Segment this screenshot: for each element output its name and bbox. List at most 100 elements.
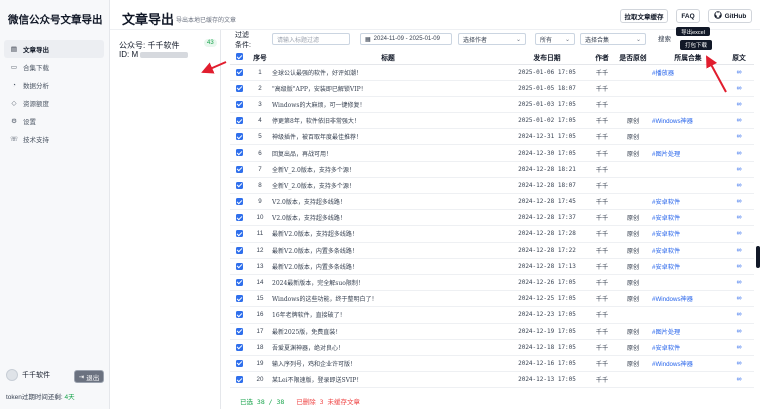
link-icon[interactable]: ∞ <box>737 182 742 189</box>
row-link[interactable]: ∞ <box>724 339 754 356</box>
table-row[interactable]: 12 最新V2.0版本，内置多条线路！ 2024-12-28 17:22 千千 原创 #安… <box>230 242 754 259</box>
table-row[interactable]: 7 全新V_2.0版本，支持多个源！ 2024-12-28 18:21 千千 ∞ <box>230 161 754 178</box>
table-row[interactable]: 1 全球公认最强的软件，好评如潮！ 2025-01-06 17:05 千千 #播放器 ∞ <box>230 64 754 81</box>
row-collection[interactable] <box>652 128 724 146</box>
col-header-date[interactable]: 发布日期 <box>504 50 590 65</box>
link-icon[interactable]: ∞ <box>737 133 742 140</box>
table-row[interactable]: 13 最新V2.0版本，内置多条线路！ 2024-12-28 17:13 千千 原创 #安… <box>230 258 754 275</box>
link-icon[interactable]: ∞ <box>737 376 742 383</box>
row-checkbox[interactable] <box>230 387 248 390</box>
row-link[interactable]: ∞ <box>724 112 754 130</box>
logout-button[interactable]: ⇥ 退出 <box>74 370 104 383</box>
table-row[interactable]: 15 Windows的这些功能，终于整明白了！ 2024-12-25 17:05 千千… <box>230 290 754 308</box>
collection-select[interactable]: 选择合集 ⌄ <box>580 33 646 45</box>
link-icon[interactable]: ∞ <box>737 328 742 335</box>
row-collection[interactable]: #Windows神器 <box>652 355 724 373</box>
row-collection[interactable]: #安卓软件 <box>652 387 724 390</box>
row-checkbox[interactable] <box>230 258 248 275</box>
row-collection[interactable]: #安卓软件 <box>652 193 724 211</box>
row-checkbox[interactable] <box>230 144 248 162</box>
row-collection[interactable] <box>652 306 724 324</box>
search-button[interactable]: 搜索 <box>658 33 671 43</box>
row-checkbox[interactable] <box>230 355 248 373</box>
link-icon[interactable]: ∞ <box>737 214 742 221</box>
row-link[interactable]: ∞ <box>724 258 754 275</box>
table-row[interactable]: 6 回复出品，再战可用！ 2024-12-30 17:05 千千 原创 #图片处理 ∞ <box>230 144 754 162</box>
row-checkbox[interactable] <box>230 225 248 243</box>
row-link[interactable]: ∞ <box>724 290 754 308</box>
row-collection[interactable] <box>652 274 724 292</box>
row-collection[interactable]: #安卓软件 <box>652 242 724 259</box>
table-row[interactable]: 19 输入序列号，鸡和企业许可版！ 2024-12-16 17:05 千千 原创 #Win… <box>230 355 754 373</box>
row-link[interactable]: ∞ <box>724 323 754 340</box>
table-row[interactable]: 9 V2.0版本，支持超多线路！ 2024-12-28 17:45 千千 #安卓软件 ∞ <box>230 193 754 211</box>
row-checkbox[interactable] <box>230 323 248 340</box>
row-link[interactable]: ∞ <box>724 161 754 178</box>
row-collection[interactable]: #播放器 <box>652 64 724 81</box>
row-checkbox[interactable] <box>230 96 248 114</box>
link-icon[interactable]: ∞ <box>737 101 742 108</box>
row-link[interactable]: ∞ <box>724 209 754 227</box>
table-row[interactable]: 10 V2.0版本，支持超多线路！ 2024-12-28 17:37 千千 原创 #安卓软… <box>230 209 754 227</box>
table-row[interactable]: 21下tiao就要辞了，真流批！2024-12-12 17:05千千原创#安卓软… <box>230 387 754 390</box>
row-link[interactable]: ∞ <box>724 242 754 259</box>
sidebar-item-5[interactable]: ☏ 技术支持 <box>4 130 104 148</box>
link-icon[interactable]: ∞ <box>737 150 742 157</box>
row-collection[interactable]: #安卓软件 <box>652 339 724 356</box>
row-collection[interactable]: #Windows神器 <box>652 112 724 130</box>
row-link[interactable]: ∞ <box>724 274 754 292</box>
table-row[interactable]: 4 停更第8年，软件依旧非常强大！ 2025-01-02 17:05 千千 原创 #Win… <box>230 112 754 130</box>
table-row[interactable]: 18 吾爱夏渊神器，绝对良心！ 2024-12-18 17:05 千千 原创 #安卓软件 ∞ <box>230 339 754 356</box>
row-collection[interactable]: #Windows神器 <box>652 290 724 308</box>
row-link[interactable]: ∞ <box>724 128 754 146</box>
row-link[interactable]: ∞ <box>724 306 754 324</box>
table-row[interactable]: 11 最新V2.0版本，支持超多线路！ 2024-12-28 17:28 千千 原创 #安… <box>230 225 754 243</box>
link-icon[interactable]: ∞ <box>737 69 742 76</box>
link-icon[interactable]: ∞ <box>737 85 742 92</box>
row-collection[interactable] <box>652 177 724 195</box>
row-link[interactable]: ∞ <box>724 225 754 243</box>
github-button[interactable]: GitHub <box>708 9 752 23</box>
title-filter-input[interactable]: 请输入标题过滤 <box>272 33 350 45</box>
row-checkbox[interactable] <box>230 339 248 356</box>
row-checkbox[interactable] <box>230 177 248 195</box>
table-row[interactable]: 3 Windows的大麻烦，可一键修复！ 2025-01-03 17:05 千千 ∞ <box>230 96 754 114</box>
row-checkbox[interactable] <box>230 64 248 81</box>
sidebar-item-2[interactable]: ◔ 数据分析 <box>4 76 104 94</box>
link-icon[interactable]: ∞ <box>737 344 742 351</box>
fetch-cache-button[interactable]: 拉取文章缓存 <box>620 9 668 23</box>
link-icon[interactable]: ∞ <box>737 360 742 367</box>
faq-button[interactable]: FAQ <box>676 9 700 23</box>
account-card[interactable]: 公众号: 千千软件 ID: M 43 <box>113 34 220 60</box>
table-row[interactable]: 20 某Lei不限速版，登录即送SVIP！ 2024-12-13 17:05 千千 ∞ <box>230 371 754 389</box>
row-link[interactable]: ∞ <box>724 193 754 211</box>
row-collection[interactable]: #图片处理 <box>652 323 724 340</box>
row-checkbox[interactable] <box>230 290 248 308</box>
row-checkbox[interactable] <box>230 371 248 389</box>
row-checkbox[interactable] <box>230 161 248 178</box>
link-icon[interactable]: ∞ <box>737 230 742 237</box>
row-checkbox[interactable] <box>230 112 248 130</box>
row-checkbox[interactable] <box>230 306 248 324</box>
link-icon[interactable]: ∞ <box>737 311 742 318</box>
row-link[interactable]: ∞ <box>724 371 754 389</box>
author-select[interactable]: 选择作者 ⌄ <box>458 33 526 45</box>
row-checkbox[interactable] <box>230 193 248 211</box>
link-icon[interactable]: ∞ <box>737 198 742 205</box>
row-checkbox[interactable] <box>230 242 248 259</box>
row-checkbox[interactable] <box>230 274 248 292</box>
row-collection[interactable] <box>652 371 724 389</box>
row-collection[interactable]: #安卓软件 <box>652 209 724 227</box>
date-range-picker[interactable]: ▦ 2024-11-09 - 2025-01-09 <box>360 33 452 45</box>
select-all-checkbox[interactable] <box>230 50 248 65</box>
type-select[interactable]: 所有 ⌄ <box>535 33 575 45</box>
table-row[interactable]: 14 2024最新版本，完全解suo限制！ 2024-12-26 17:05 千千 原创… <box>230 274 754 292</box>
sidebar-item-3[interactable]: ◇ 资源额度 <box>4 94 104 112</box>
row-collection[interactable] <box>652 80 724 97</box>
link-icon[interactable]: ∞ <box>737 295 742 302</box>
row-checkbox[interactable] <box>230 80 248 97</box>
table-row[interactable]: 16 16年老牌软件，直接破了！ 2024-12-23 17:05 千千 ∞ <box>230 306 754 324</box>
table-row[interactable]: 2 "高级版"APP，安装即已解锁VIP！ 2025-01-05 18:07 千千 ∞ <box>230 80 754 97</box>
sidebar-item-0[interactable]: ▤ 文章导出 <box>4 40 104 58</box>
table-row[interactable]: 5 神级插件，被百取年度最佳推荐！ 2024-12-31 17:05 千千 原创 ∞ <box>230 128 754 146</box>
